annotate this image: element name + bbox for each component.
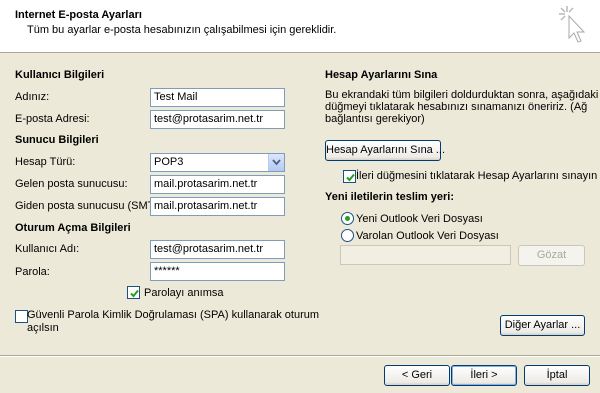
outgoing-server-field[interactable]: mail.protasarim.net.tr (150, 197, 285, 216)
username-label: Kullanıcı Adı: (15, 243, 80, 255)
remember-password-checkbox[interactable] (127, 286, 140, 299)
wizard-header: Internet E-posta Ayarları Tüm bu ayarlar… (0, 0, 600, 53)
footer-divider (0, 355, 600, 357)
delivery-heading: Yeni iletilerin teslim yeri: (325, 191, 454, 203)
existing-data-file-label[interactable]: Varolan Outlook Veri Dosyası (356, 230, 499, 242)
server-info-heading: Sunucu Bilgileri (15, 134, 99, 146)
page-subtitle: Tüm bu ayarlar e-posta hesabınızın çalış… (27, 24, 337, 36)
email-label: E-posta Adresi: (15, 113, 90, 125)
incoming-server-field[interactable]: mail.protasarim.net.tr (150, 175, 285, 194)
chevron-down-icon[interactable] (268, 154, 284, 171)
account-type-value: POP3 (154, 156, 184, 168)
data-file-path-field[interactable] (340, 245, 511, 265)
radio-selected-dot (345, 216, 350, 221)
auto-test-label[interactable]: İleri düğmesini tıklatarak Hesap Ayarlar… (356, 170, 597, 182)
cancel-button[interactable]: İptal (524, 365, 590, 386)
page-title: Internet E-posta Ayarları (15, 9, 142, 21)
new-data-file-label[interactable]: Yeni Outlook Veri Dosyası (356, 213, 483, 225)
more-settings-button[interactable]: Diğer Ayarlar ... (500, 315, 585, 336)
password-field[interactable]: ****** (150, 262, 285, 281)
next-button[interactable]: İleri > (451, 365, 517, 386)
account-type-select[interactable]: POP3 (150, 153, 285, 172)
test-description-line1: Bu ekrandaki tüm bilgileri doldurduktan … (325, 89, 599, 101)
remember-password-label[interactable]: Parolayı anımsa (144, 287, 223, 299)
test-account-settings-button[interactable]: Hesap Ayarlarını Sına ... (325, 140, 445, 161)
spa-label-line2[interactable]: açılsın (27, 322, 59, 334)
wizard-cursor-icon (557, 4, 587, 48)
auto-test-checkbox[interactable] (343, 170, 356, 183)
password-label: Parola: (15, 266, 50, 278)
new-data-file-radio[interactable] (341, 212, 354, 225)
back-button[interactable]: < Geri (384, 365, 450, 386)
email-field[interactable]: test@protasarim.net.tr (150, 110, 285, 129)
test-settings-heading: Hesap Ayarlarını Sına (325, 69, 438, 81)
outgoing-server-label: Giden posta sunucusu (SMTP): (15, 200, 169, 212)
logon-info-heading: Oturum Açma Bilgileri (15, 222, 131, 234)
test-description-line3: bağlantısı gerekiyor) (325, 113, 425, 125)
spa-label-line1[interactable]: Güvenli Parola Kimlik Doğrulaması (SPA) … (27, 309, 319, 321)
account-type-label: Hesap Türü: (15, 156, 76, 168)
existing-data-file-radio[interactable] (341, 229, 354, 242)
user-info-heading: Kullanıcı Bilgileri (15, 69, 105, 81)
test-description-line2: düğmeyi tıklatarak hesabınızı sınamanızı… (325, 101, 588, 113)
name-label: Adınız: (15, 91, 50, 103)
username-field[interactable]: test@protasarim.net.tr (150, 240, 285, 259)
incoming-server-label: Gelen posta sunucusu: (15, 178, 128, 190)
browse-button[interactable]: Gözat (518, 245, 585, 266)
name-field[interactable]: Test Mail (150, 88, 285, 107)
